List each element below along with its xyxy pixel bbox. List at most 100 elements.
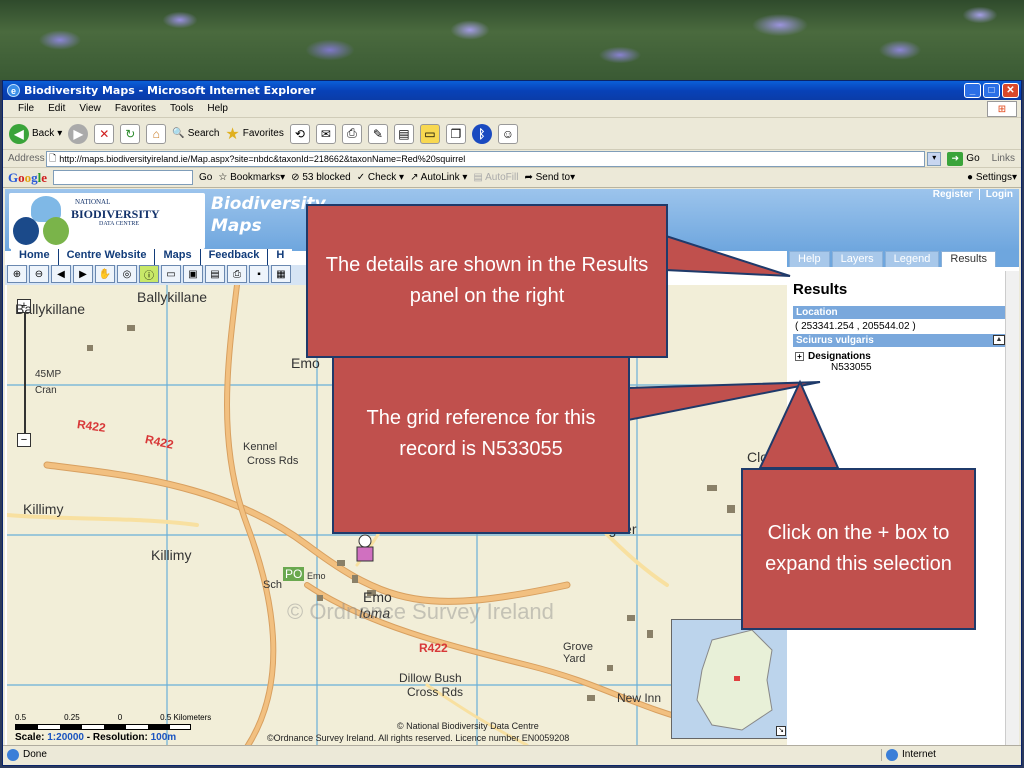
- folder-button[interactable]: ▭: [419, 123, 440, 144]
- address-input[interactable]: 🗋 http://maps.biodiversityireland.ie/Map…: [46, 150, 926, 167]
- messenger-button[interactable]: ☺: [497, 123, 518, 144]
- edit-button[interactable]: ✎: [367, 123, 388, 144]
- full-extent-icon[interactable]: ◎: [117, 265, 137, 283]
- results-title: Results: [793, 281, 848, 298]
- google-go-button[interactable]: Go: [199, 172, 212, 183]
- menu-bar: File Edit View Favorites Tools Help ⊞: [3, 100, 1021, 118]
- zoom-out-icon[interactable]: ⊖: [29, 265, 49, 283]
- history-button[interactable]: ⟲: [289, 123, 310, 144]
- bluetooth-icon[interactable]: ᛒ: [471, 123, 492, 144]
- collapse-icon[interactable]: ▲: [993, 335, 1005, 345]
- menu-tools[interactable]: Tools: [163, 103, 200, 114]
- print-map-icon[interactable]: ⎙: [227, 265, 247, 283]
- resize-icon[interactable]: ↘: [776, 726, 786, 736]
- refresh-button[interactable]: ↻: [120, 123, 141, 144]
- zoom-slider[interactable]: + −: [17, 299, 33, 449]
- search-button[interactable]: 🔍 Search: [172, 128, 219, 139]
- scale-text: Scale: 1:20000 - Resolution: 100m: [15, 732, 211, 743]
- favorites-button[interactable]: ★ Favorites: [225, 124, 283, 144]
- tab-layers[interactable]: Layers: [831, 251, 883, 267]
- research-button[interactable]: ❐: [445, 123, 466, 144]
- discuss-button[interactable]: ▤: [393, 123, 414, 144]
- star-icon: ★: [225, 125, 240, 143]
- menu-help[interactable]: Help: [200, 103, 235, 114]
- measure-icon[interactable]: ▭: [161, 265, 181, 283]
- map-label: Cross Rds: [407, 685, 464, 699]
- spellcheck-button[interactable]: ✓ Check ▾: [357, 172, 404, 183]
- search-icon: 🔍: [172, 128, 185, 139]
- select-icon[interactable]: ▣: [183, 265, 203, 283]
- menu-edit[interactable]: Edit: [41, 103, 72, 114]
- scale-bar-graphic: [15, 724, 191, 730]
- osi-copyright: ©Ordnance Survey Ireland. All rights res…: [267, 733, 570, 743]
- check-label: Check: [367, 172, 397, 183]
- map-label: Killimy: [151, 547, 192, 563]
- designations-node[interactable]: + Designations: [793, 351, 1009, 362]
- nav-feedback[interactable]: Feedback: [201, 249, 269, 265]
- expand-plus-icon[interactable]: +: [795, 352, 804, 361]
- google-search-input[interactable]: [53, 170, 194, 185]
- title-bar: e Biodiversity Maps - Microsoft Internet…: [3, 81, 1021, 100]
- forward-button[interactable]: ▶: [68, 123, 89, 144]
- zoom-minus-button[interactable]: −: [17, 433, 31, 447]
- back-label: Back: [32, 128, 55, 139]
- back-extent-icon[interactable]: ◀: [51, 265, 71, 283]
- stop-button[interactable]: ✕: [94, 123, 115, 144]
- tab-results[interactable]: Results: [941, 251, 997, 267]
- location-value: ( 253341.254 , 205544.02 ): [795, 321, 916, 332]
- zone-text: Internet: [902, 749, 936, 760]
- address-dropdown-button[interactable]: ▾: [927, 151, 942, 166]
- overview-map[interactable]: ↘: [671, 619, 787, 739]
- grid-reference: N533055: [831, 362, 872, 373]
- google-logo[interactable]: Google: [8, 170, 47, 186]
- results-panel: Results Location ( 253341.254 , 205544.0…: [793, 273, 1009, 373]
- map-label: Kennel: [243, 441, 278, 453]
- links-button[interactable]: Links: [986, 153, 1021, 164]
- menu-favorites[interactable]: Favorites: [108, 103, 163, 114]
- forward-extent-icon[interactable]: ▶: [73, 265, 93, 283]
- bookmarks-label: Bookmarks: [230, 172, 281, 183]
- menu-file[interactable]: File: [11, 103, 41, 114]
- save-icon[interactable]: ▪: [249, 265, 269, 283]
- species-header[interactable]: Sciurus vulgaris ▲: [793, 334, 1009, 347]
- tab-legend[interactable]: Legend: [884, 251, 940, 267]
- scale-label: Scale:: [15, 732, 45, 743]
- clear-icon[interactable]: ▤: [205, 265, 225, 283]
- go-button[interactable]: ➜ Go: [941, 151, 985, 166]
- register-link[interactable]: Register: [933, 189, 973, 200]
- back-button[interactable]: ◀ Back ▾: [9, 123, 62, 144]
- callout-grid-reference: The grid reference for this record is N5…: [332, 334, 630, 534]
- close-button[interactable]: ✕: [1002, 83, 1019, 98]
- nbdc-logo[interactable]: NATIONAL BIODIVERSITY DATA CENTRE: [9, 193, 205, 249]
- export-icon[interactable]: ▦: [271, 265, 291, 283]
- zoom-in-icon[interactable]: ⊕: [7, 265, 27, 283]
- login-link[interactable]: Login: [978, 189, 1013, 200]
- panel-scrollbar[interactable]: [1005, 271, 1019, 747]
- nav-home[interactable]: Home: [11, 249, 59, 265]
- pan-hand-icon[interactable]: ✋: [95, 265, 115, 283]
- mail-button[interactable]: ✉: [315, 123, 336, 144]
- nav-help[interactable]: H: [268, 249, 292, 265]
- autofill-button[interactable]: ▤ AutoFill: [473, 172, 518, 183]
- print-button[interactable]: ⎙: [341, 123, 362, 144]
- identify-icon[interactable]: ⓘ: [139, 265, 159, 283]
- autofill-label: AutoFill: [485, 172, 519, 183]
- nav-centre-website[interactable]: Centre Website: [59, 249, 156, 265]
- menu-view[interactable]: View: [72, 103, 108, 114]
- tab-help[interactable]: Help: [789, 251, 830, 267]
- scale-bar: 0.5 0.25 0 0.5 Kilometers Scale: 1:20000…: [15, 713, 211, 743]
- autolink-button[interactable]: ↗ AutoLink ▾: [410, 172, 467, 183]
- sendto-button[interactable]: ➦ Send to▾: [524, 172, 575, 183]
- home-button[interactable]: ⌂: [146, 123, 167, 144]
- nav-maps[interactable]: Maps: [155, 249, 201, 265]
- maximize-button[interactable]: □: [983, 83, 1000, 98]
- blocked-label: 53 blocked: [302, 172, 351, 183]
- minimize-button[interactable]: _: [964, 83, 981, 98]
- settings-button[interactable]: ● Settings▾: [967, 172, 1017, 183]
- scale-value: 1:20000: [47, 732, 84, 743]
- map-label: Ballykillane: [137, 289, 208, 305]
- back-arrow-icon: ◀: [9, 123, 29, 144]
- popup-blocked-button[interactable]: ⊘ 53 blocked: [291, 172, 351, 183]
- bookmarks-button[interactable]: ☆ Bookmarks▾: [218, 172, 285, 183]
- zoom-track[interactable]: [24, 313, 26, 433]
